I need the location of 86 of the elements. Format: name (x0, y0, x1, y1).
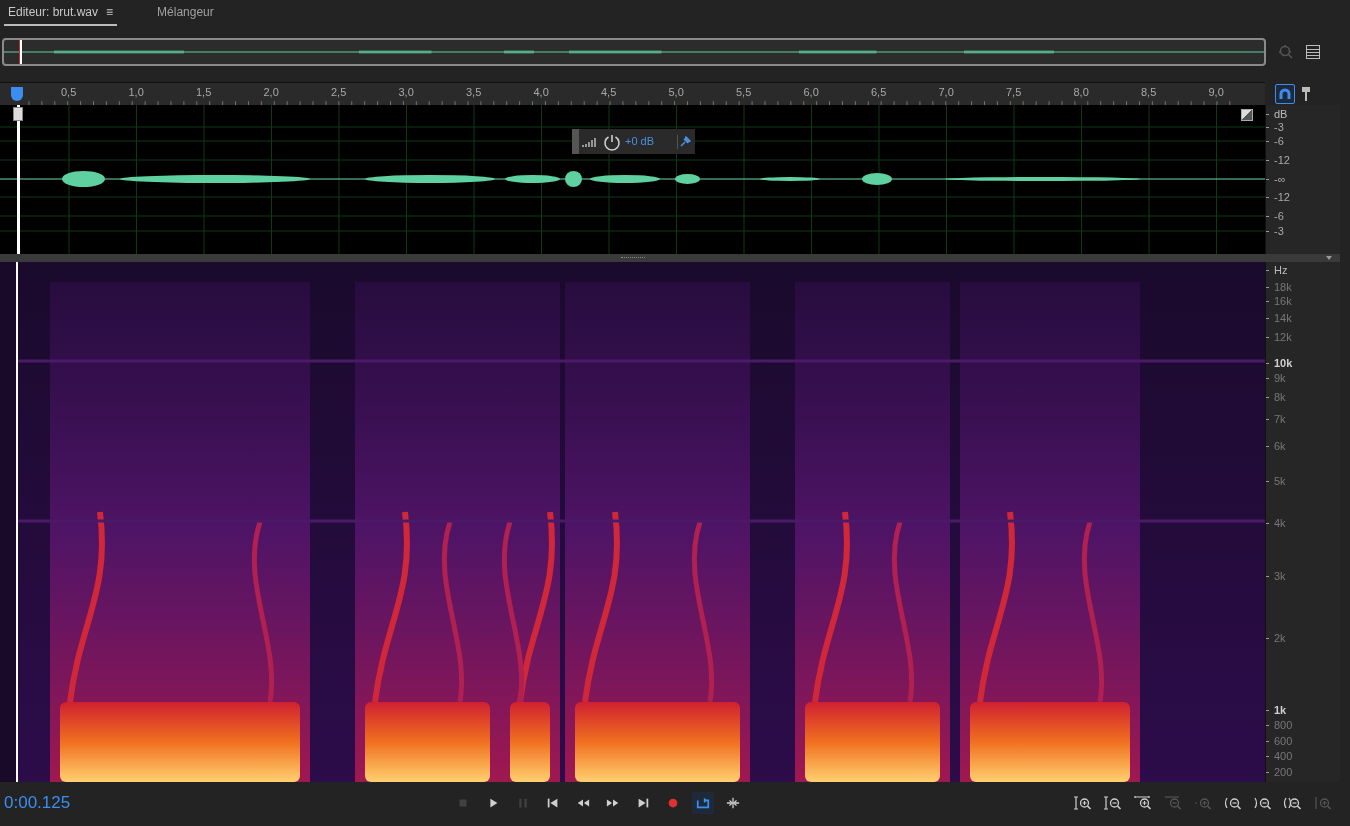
skip-icon (726, 796, 740, 810)
frequency-label: 1k (1274, 703, 1287, 717)
time-tick-label: 5,5 (736, 85, 752, 100)
db-label: -12 (1274, 153, 1290, 167)
time-tick-label: 6,5 (871, 85, 887, 100)
frequency-label: 800 (1274, 718, 1293, 732)
time-tick-label: 8,5 (1141, 85, 1157, 100)
magnifier-icon (1224, 795, 1242, 811)
record-icon (666, 796, 680, 810)
db-label: -12 (1274, 190, 1290, 204)
time-display: 0:00.125 (4, 792, 71, 815)
magnifier-icon (1134, 795, 1152, 811)
loop-button[interactable] (692, 792, 714, 814)
frequency-label: 16k (1274, 294, 1292, 308)
time-ruler[interactable]: 0,5 1,0 1,5 2,0 2,5 3,0 3,5 4,0 4,5 5,0 5,5 6,0 6,5 7,0 7,5 8,0 8,5 9,0 (0, 82, 1265, 105)
gain-hud[interactable]: +0 dB (572, 129, 695, 154)
time-tick-label: 9,0 (1208, 85, 1224, 100)
db-label: -6 (1274, 209, 1284, 223)
frequency-label: 5k (1274, 474, 1286, 488)
pause-icon (516, 796, 530, 810)
time-tick-label: 1,0 (128, 85, 144, 100)
time-tick-label: 0,5 (61, 85, 77, 100)
frequency-label: 14k (1274, 311, 1292, 325)
time-tick-label: 7,0 (938, 85, 954, 100)
magnifier-icon (1284, 795, 1302, 811)
start-icon (546, 796, 560, 810)
frequency-label: 12k (1274, 330, 1292, 344)
playhead-marker[interactable] (19, 40, 22, 64)
loop-icon (696, 796, 710, 810)
frequency-label: 18k (1274, 280, 1292, 294)
db-label: -3 (1274, 224, 1284, 238)
unit-label: Hz (1274, 263, 1288, 277)
frequency-label: 10k (1274, 356, 1293, 370)
time-tick-label: 4,0 (533, 85, 549, 100)
snap-toggle[interactable] (1275, 83, 1295, 104)
db-label: -∞ (1274, 172, 1286, 186)
pin-icon[interactable] (680, 136, 691, 147)
db-label: -6 (1274, 134, 1284, 148)
menu-icon[interactable]: ≡ (106, 3, 114, 21)
time-tick-label: 2,0 (263, 85, 279, 100)
playhead-handle[interactable] (11, 87, 23, 101)
level-bars-icon (582, 136, 598, 147)
time-tick-label: 4,5 (601, 85, 617, 100)
magnifier-icon (1314, 795, 1332, 811)
end-icon (636, 796, 650, 810)
frequency-label: 9k (1274, 371, 1286, 385)
magnifier-icon (1254, 795, 1272, 811)
frequency-label: 8k (1274, 390, 1286, 404)
time-tick-label: 7,5 (1006, 85, 1022, 100)
tab-label: Editeur: brut.wav (8, 4, 99, 21)
resize-icon[interactable] (1241, 109, 1253, 121)
magnifier-icon (1194, 795, 1212, 811)
spectrogram-drawing[interactable] (18, 282, 1265, 782)
drag-handle[interactable] (572, 129, 579, 154)
time-tick-label: 1,5 (196, 85, 212, 100)
magnifier-icon (1164, 795, 1182, 811)
editor-tab[interactable]: Editeur: brut.wav ≡ (4, 3, 118, 26)
frequency-label: 3k (1274, 569, 1286, 583)
list-icon[interactable] (1306, 45, 1320, 59)
db-label: -3 (1274, 120, 1284, 134)
frequency-label: 600 (1274, 734, 1293, 748)
editor-tab[interactable]: Mélangeur (157, 3, 214, 26)
time-tick-label: 6,0 (803, 85, 819, 100)
magnifier-icon (1104, 795, 1122, 811)
power-icon[interactable] (603, 132, 621, 151)
magnifier-icon (1074, 795, 1092, 811)
frequency-label: 7k (1274, 412, 1286, 426)
unit-label: dB (1274, 107, 1288, 121)
frequency-label: 200 (1274, 765, 1293, 779)
resize-handle[interactable] (620, 257, 645, 259)
time-tick-label: 3,0 (398, 85, 414, 100)
waveform-panel[interactable]: +0 dB (0, 105, 1265, 254)
magnet-icon (1279, 87, 1291, 100)
gain-value[interactable]: +0 dB (625, 133, 655, 150)
time-tick-label: 5,0 (668, 85, 684, 100)
frequency-label: 4k (1274, 516, 1286, 530)
frequency-label: 2k (1274, 631, 1286, 645)
frequency-label: 400 (1274, 749, 1293, 763)
frequency-label: 6k (1274, 439, 1286, 453)
time-tick-label: 8,0 (1073, 85, 1089, 100)
time-tick-label: 3,5 (466, 85, 482, 100)
overview-bar[interactable] (2, 38, 1266, 66)
playhead-grip[interactable] (13, 107, 23, 121)
time-tick-label: 2,5 (331, 85, 347, 100)
marker-icon[interactable] (1301, 86, 1311, 101)
collapse-icon[interactable] (1326, 256, 1332, 260)
